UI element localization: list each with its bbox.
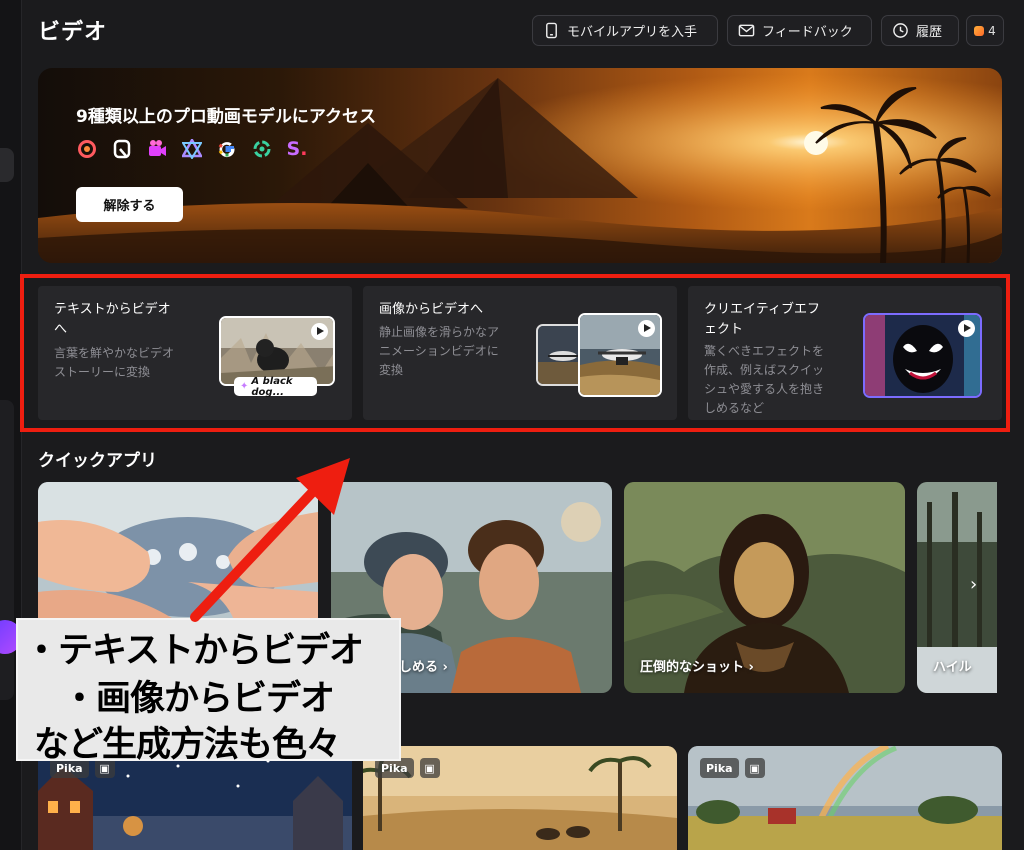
credits-badge[interactable]: 4 [966,15,1004,46]
mobile-app-button[interactable]: モバイルアプリを入手 [532,15,718,46]
quick-app-epic-shot[interactable]: 圧倒的なショット › [624,482,905,693]
image-icon: ▣ [419,758,440,778]
unlock-button[interactable]: 解除する [76,187,183,222]
openai-logo-icon [251,138,273,160]
runway-logo-icon [111,138,133,160]
quick-apps-title: クイックアプリ [38,451,157,471]
page-title: ビデオ [38,20,108,45]
highlight-frame [20,274,1010,432]
luma-logo-icon [146,138,168,160]
feedback-label: フィードバック [762,25,853,40]
coin-icon [974,25,985,36]
annotation-line-3: など生成方法も色々 [34,725,341,765]
sidebar-active-item[interactable] [0,148,14,182]
video-card[interactable]: Pika ▣ [363,746,677,850]
annotation-line-1: ・テキストからビデオ [24,631,364,671]
google-logo-icon [216,138,238,160]
kling-logo-icon [181,138,203,160]
model-name: Pika [375,758,414,778]
sidebar-panel [0,400,14,700]
s-logo-icon: S. [286,138,308,160]
quick-app-label: 圧倒的なショット › [640,660,754,675]
hailuo-logo-icon [76,138,98,160]
history-button[interactable]: 履歴 [881,15,959,46]
image-icon: ▣ [744,758,765,778]
promo-banner[interactable]: 9種類以上のプロ動画モデルにアクセス S. 解除する [38,68,1002,263]
banner-title: 9種類以上のプロ動画モデルにアクセス [76,107,376,127]
model-logos: S. [76,138,308,160]
video-card[interactable]: Pika ▣ [688,746,1002,850]
desert-pyramids-image [38,68,1002,263]
clock-icon [893,23,908,38]
mobile-app-label: モバイルアプリを入手 [567,25,698,40]
annotation-line-2: ・画像からビデオ [62,679,335,719]
quick-app-partial[interactable]: ハイル [917,482,997,693]
history-label: 履歴 [916,25,943,40]
annotation-box: ・テキストからビデオ ・画像からビデオ など生成方法も色々 [16,618,401,765]
model-tag: Pika ▣ [375,758,440,778]
credits-count: 4 [988,23,996,38]
feedback-button[interactable]: フィードバック [727,15,872,46]
quick-app-label: ハイル [933,660,972,675]
model-name: Pika [700,758,739,778]
model-tag: Pika ▣ [700,758,765,778]
carousel-next-icon[interactable]: › [970,574,977,595]
phone-icon [546,22,557,39]
mail-icon [738,24,755,37]
